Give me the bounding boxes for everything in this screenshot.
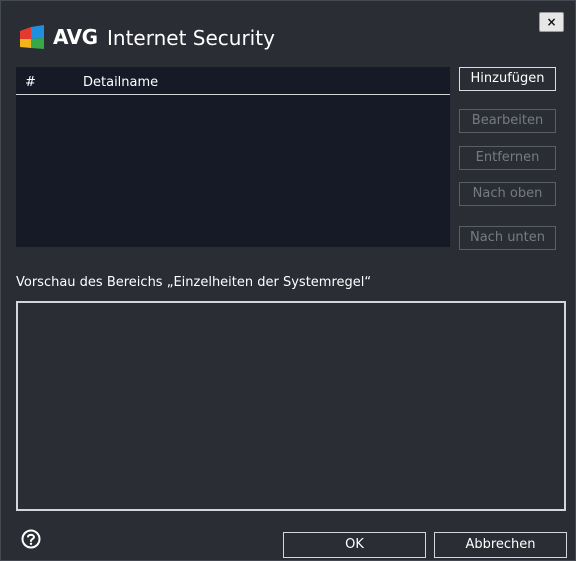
column-header-detailname[interactable]: Detailname (83, 75, 158, 90)
cancel-button[interactable]: Abbrechen (434, 532, 567, 558)
edit-button[interactable]: Bearbeiten (459, 109, 556, 133)
preview-label: Vorschau des Bereichs „Einzelheiten der … (16, 275, 372, 290)
details-table[interactable]: # Detailname (16, 67, 450, 247)
add-button[interactable]: Hinzufügen (459, 67, 556, 91)
preview-area[interactable] (16, 301, 566, 511)
table-header: # Detailname (16, 67, 450, 95)
brand-name: AVG (53, 25, 98, 49)
question-circle-icon[interactable] (21, 529, 41, 549)
move-down-button[interactable]: Nach unten (459, 226, 556, 250)
dialog-window: AVG Internet Security × # Detailname Hin… (0, 0, 576, 561)
remove-button[interactable]: Entfernen (459, 146, 556, 170)
close-button[interactable]: × (539, 12, 564, 32)
product-name: Internet Security (107, 26, 275, 50)
title-bar: AVG Internet Security × (1, 1, 575, 61)
ok-button[interactable]: OK (283, 532, 426, 558)
move-up-button[interactable]: Nach oben (459, 182, 556, 206)
avg-logo-icon (20, 25, 44, 49)
column-header-number[interactable]: # (25, 75, 36, 90)
